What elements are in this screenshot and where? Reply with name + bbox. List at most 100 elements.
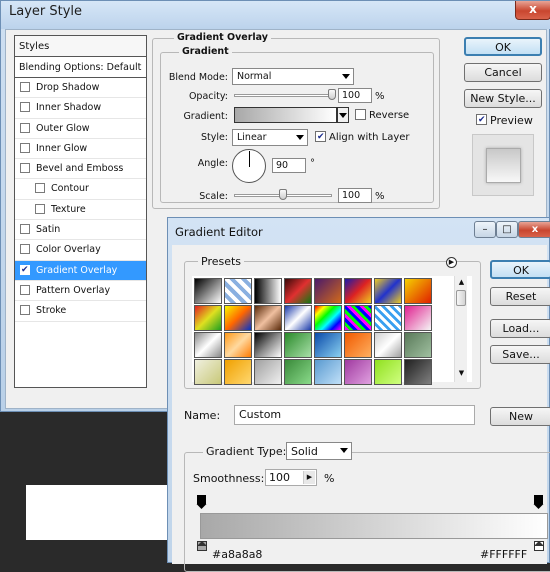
gradient-type-select[interactable]: Solid xyxy=(286,442,352,460)
preset-swatch[interactable] xyxy=(224,305,252,331)
scale-input[interactable]: 100 xyxy=(338,188,372,203)
style-checkbox[interactable] xyxy=(20,244,30,255)
style-checkbox[interactable] xyxy=(20,102,30,113)
style-checkbox[interactable] xyxy=(35,183,45,194)
opacity-stop-left[interactable] xyxy=(196,495,207,509)
close-button[interactable]: x xyxy=(518,221,550,238)
scale-slider-thumb[interactable] xyxy=(279,189,287,200)
scroll-down-icon[interactable]: ▼ xyxy=(457,369,466,378)
preset-swatch[interactable] xyxy=(284,359,312,385)
preset-swatch[interactable] xyxy=(404,359,432,385)
style-item-bevel-and-emboss[interactable]: Bevel and Emboss xyxy=(15,159,146,180)
style-item-texture[interactable]: Texture xyxy=(15,200,146,221)
scroll-up-icon[interactable]: ▲ xyxy=(457,278,466,287)
ok-button[interactable]: OK xyxy=(464,37,542,56)
ok-button[interactable]: OK xyxy=(490,260,550,279)
preset-swatch[interactable] xyxy=(284,332,312,358)
color-stop-right[interactable] xyxy=(534,541,544,551)
stop-pointer-icon xyxy=(197,541,207,546)
style-item-inner-glow[interactable]: Inner Glow xyxy=(15,139,146,160)
blend-mode-select[interactable]: Normal xyxy=(232,68,354,85)
reverse-checkbox[interactable] xyxy=(355,109,366,120)
presets-menu-button[interactable]: ▶ xyxy=(446,257,457,268)
opacity-input[interactable]: 100 xyxy=(338,88,372,103)
gradient-picker-button[interactable] xyxy=(337,107,349,123)
style-select[interactable]: Linear xyxy=(232,129,308,146)
preset-swatch[interactable] xyxy=(194,332,222,358)
preset-swatch[interactable] xyxy=(194,278,222,304)
preset-swatch[interactable] xyxy=(374,278,402,304)
align-with-layer-checkbox[interactable]: ✔ xyxy=(315,131,326,142)
style-item-inner-shadow[interactable]: Inner Shadow xyxy=(15,98,146,119)
color-stop-left[interactable] xyxy=(197,541,207,551)
style-item-drop-shadow[interactable]: Drop Shadow xyxy=(15,78,146,99)
preset-swatch[interactable] xyxy=(224,278,252,304)
style-checkbox[interactable] xyxy=(20,305,30,316)
scroll-thumb[interactable] xyxy=(456,290,466,306)
preset-swatch[interactable] xyxy=(224,332,252,358)
preset-swatch[interactable] xyxy=(344,332,372,358)
layer-style-titlebar[interactable]: Layer Style x xyxy=(1,1,550,29)
preset-swatch[interactable] xyxy=(284,278,312,304)
preset-swatch[interactable] xyxy=(194,359,222,385)
gradient-swatch[interactable] xyxy=(234,107,337,123)
presets-scrollbar[interactable]: ▲ ▼ xyxy=(454,276,467,382)
load-button[interactable]: Load... xyxy=(490,319,550,338)
preset-swatch[interactable] xyxy=(344,278,372,304)
preset-swatch[interactable] xyxy=(224,359,252,385)
preset-swatch[interactable] xyxy=(254,278,282,304)
style-item-contour[interactable]: Contour xyxy=(15,179,146,200)
angle-input[interactable]: 90 xyxy=(272,158,306,173)
preset-swatch[interactable] xyxy=(314,332,342,358)
style-checkbox[interactable] xyxy=(20,163,30,174)
preset-swatch[interactable] xyxy=(404,305,432,331)
minimize-button[interactable]: – xyxy=(474,221,496,238)
play-arrow-icon[interactable]: ▶ xyxy=(303,471,315,484)
style-checkbox[interactable] xyxy=(20,224,30,235)
style-checkbox[interactable] xyxy=(20,284,30,295)
style-checkbox[interactable] xyxy=(20,122,30,133)
style-item-satin[interactable]: Satin xyxy=(15,220,146,241)
preview-checkbox[interactable]: ✔ xyxy=(476,114,487,125)
close-button[interactable]: x xyxy=(515,1,550,20)
preset-swatch[interactable] xyxy=(314,305,342,331)
style-checkbox[interactable] xyxy=(20,142,30,153)
preset-swatch[interactable] xyxy=(254,305,282,331)
opacity-slider[interactable] xyxy=(234,94,332,97)
styles-header[interactable]: Styles xyxy=(14,35,147,57)
preset-swatch[interactable] xyxy=(374,359,402,385)
reset-button[interactable]: Reset xyxy=(490,287,550,306)
new-style-button[interactable]: New Style... xyxy=(464,89,542,108)
preset-swatch[interactable] xyxy=(344,305,372,331)
preset-swatch[interactable] xyxy=(404,332,432,358)
preset-swatch[interactable] xyxy=(254,359,282,385)
preset-swatch[interactable] xyxy=(374,305,402,331)
style-item-pattern-overlay[interactable]: Pattern Overlay xyxy=(15,281,146,302)
preset-swatch[interactable] xyxy=(314,278,342,304)
save-button[interactable]: Save... xyxy=(490,345,550,364)
maximize-button[interactable]: □ xyxy=(496,221,518,238)
preset-swatch[interactable] xyxy=(404,278,432,304)
name-input[interactable]: Custom xyxy=(234,405,475,425)
smoothness-input[interactable]: 100 ▶ xyxy=(265,469,317,486)
new-button[interactable]: New xyxy=(490,407,550,426)
style-checkbox[interactable]: ✔ xyxy=(20,264,30,275)
preset-swatch[interactable] xyxy=(344,359,372,385)
preset-swatch[interactable] xyxy=(314,359,342,385)
gradient-bar[interactable] xyxy=(200,513,548,539)
preset-swatch[interactable] xyxy=(374,332,402,358)
style-item-gradient-overlay[interactable]: ✔ Gradient Overlay xyxy=(15,260,146,281)
angle-dial[interactable] xyxy=(232,149,266,183)
preset-swatch[interactable] xyxy=(284,305,312,331)
style-item-outer-glow[interactable]: Outer Glow xyxy=(15,119,146,139)
style-item-color-overlay[interactable]: Color Overlay xyxy=(15,240,146,261)
opacity-stop-right[interactable] xyxy=(533,495,544,509)
style-checkbox[interactable] xyxy=(35,203,45,214)
style-checkbox[interactable] xyxy=(20,82,30,92)
opacity-slider-thumb[interactable] xyxy=(328,89,336,100)
blending-options-item[interactable]: Blending Options: Default xyxy=(14,57,147,78)
style-item-stroke[interactable]: Stroke xyxy=(15,301,146,322)
preset-swatch[interactable] xyxy=(254,332,282,358)
preset-swatch[interactable] xyxy=(194,305,222,331)
cancel-button[interactable]: Cancel xyxy=(464,63,542,82)
